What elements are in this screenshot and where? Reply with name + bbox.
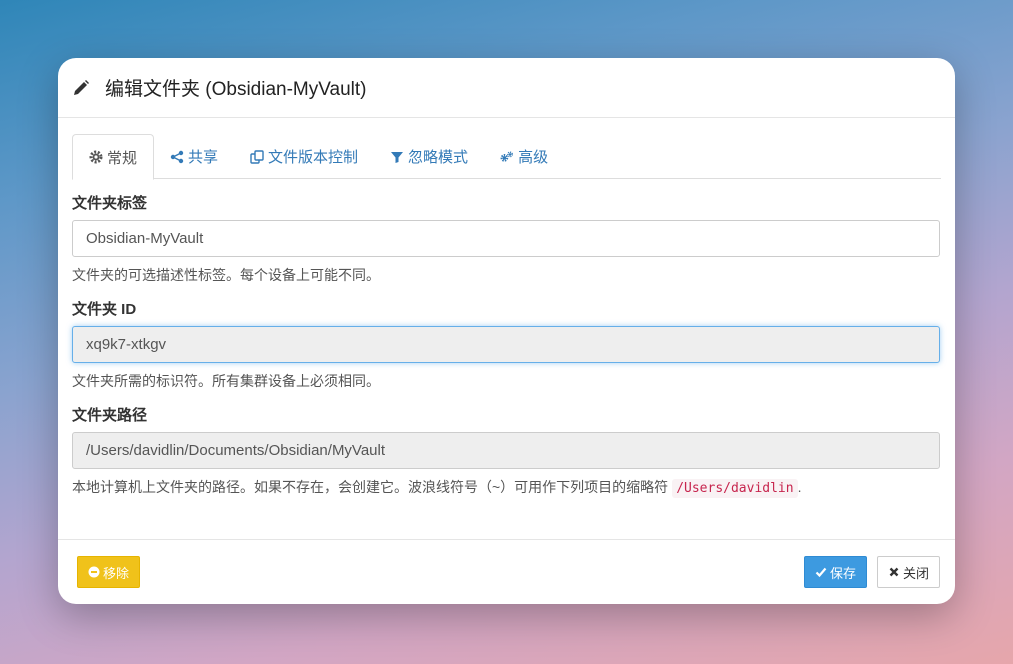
folder-path-group: 文件夹路径 /Users/davidlin/Documents/Obsidian… <box>72 404 941 498</box>
gear-icon <box>89 150 103 164</box>
tab-ignore-patterns-label: 忽略模式 <box>408 148 469 166</box>
pencil-icon <box>72 79 90 97</box>
modal-title: 编辑文件夹 (Obsidian-MyVault) <box>105 79 367 100</box>
tab-advanced-label: 高级 <box>518 148 549 166</box>
folder-id-title: 文件夹 ID <box>72 301 137 318</box>
folder-path-title: 文件夹路径 <box>72 407 148 424</box>
folder-path-help-text: 本地计算机上文件夹的路径。如果不存在，会创建它。波浪线符号（~）可用作下列项目的… <box>72 479 669 495</box>
share-icon <box>170 150 184 164</box>
tab-versioning[interactable]: 文件版本控制 <box>234 134 374 179</box>
copy-icon <box>250 149 264 164</box>
modal-body: 常规 共享 文件版本控制 忽略模式 高级 文件夹标签 Obsidian-MyVa… <box>58 118 955 498</box>
modal-header: 编辑文件夹 (Obsidian-MyVault) <box>58 58 955 118</box>
tab-general-label: 常规 <box>107 148 138 167</box>
folder-path-help-end: . <box>797 479 802 495</box>
folder-path-help: 本地计算机上文件夹的路径。如果不存在，会创建它。波浪线符号（~）可用作下列项目的… <box>72 477 941 498</box>
check-icon <box>815 566 827 578</box>
folder-id-input[interactable]: xq9k7-xtkgv <box>72 326 940 363</box>
remove-button[interactable]: 移除 <box>77 556 141 588</box>
minus-circle-icon <box>88 566 100 578</box>
folder-path-input[interactable]: /Users/davidlin/Documents/Obsidian/MyVau… <box>72 432 940 469</box>
folder-id-group: 文件夹 ID xq9k7-xtkgv 文件夹所需的标识符。所有集群设备上必须相同… <box>72 298 941 391</box>
folder-label-input[interactable]: Obsidian-MyVault <box>72 220 940 257</box>
footer-right-buttons: 保存 关闭 <box>803 556 940 588</box>
home-path-code: /Users/davidlin <box>672 479 798 498</box>
tab-bar: 常规 共享 文件版本控制 忽略模式 高级 <box>72 134 941 180</box>
tab-advanced[interactable]: 高级 <box>484 134 564 179</box>
tab-ignore-patterns[interactable]: 忽略模式 <box>374 134 484 179</box>
tab-versioning-label: 文件版本控制 <box>268 148 359 166</box>
folder-label-group: 文件夹标签 Obsidian-MyVault 文件夹的可选描述性标签。每个设备上… <box>72 192 941 285</box>
save-button[interactable]: 保存 <box>803 556 867 588</box>
tab-sharing-label: 共享 <box>188 148 219 166</box>
save-button-label: 保存 <box>829 565 856 581</box>
folder-id-help: 文件夹所需的标识符。所有集群设备上必须相同。 <box>72 373 380 389</box>
filter-icon <box>390 150 404 164</box>
tab-sharing[interactable]: 共享 <box>154 134 234 179</box>
close-icon <box>888 566 900 578</box>
folder-label-help: 文件夹的可选描述性标签。每个设备上可能不同。 <box>72 267 380 283</box>
close-button-label: 关闭 <box>902 565 929 581</box>
tab-general[interactable]: 常规 <box>72 134 155 180</box>
edit-folder-modal: 编辑文件夹 (Obsidian-MyVault) 常规 共享 文件版本控制 忽略… <box>58 58 955 604</box>
folder-label-title: 文件夹标签 <box>72 195 148 212</box>
close-button[interactable]: 关闭 <box>876 556 940 588</box>
remove-button-label: 移除 <box>103 565 130 581</box>
gears-icon <box>500 150 514 164</box>
modal-footer: 移除 保存 关闭 <box>58 539 955 604</box>
